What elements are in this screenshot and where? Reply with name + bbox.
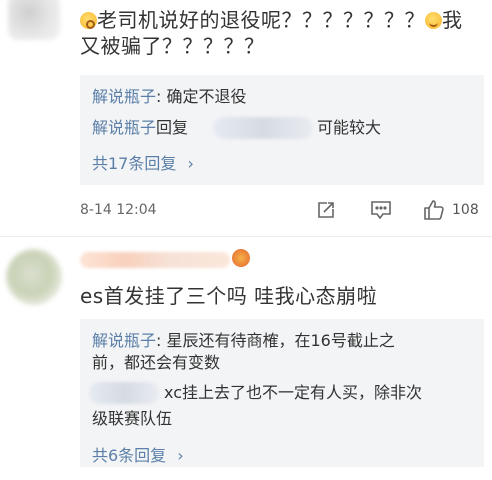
surprised-emoji-icon (80, 12, 97, 29)
mentioned-user-link[interactable] (213, 117, 313, 139)
share-icon[interactable] (316, 200, 336, 220)
like-icon[interactable] (423, 199, 445, 221)
reply-author-link[interactable]: 解说瓶子 (92, 118, 156, 137)
reply-item[interactable]: xc挂上去了也不一定有人买，除非次 (164, 382, 479, 404)
user-badge-icon (232, 249, 250, 267)
reply-author-link[interactable] (89, 382, 159, 404)
reply-author-link[interactable]: 解说瓶子 (92, 87, 156, 106)
username-link[interactable] (80, 252, 230, 268)
reply-text: 可能较大 (317, 118, 382, 137)
chevron-right-icon: › (187, 154, 194, 173)
more-replies-link[interactable]: 共6条回复 › (92, 442, 184, 466)
divider (0, 236, 492, 237)
reply-item[interactable]: 解说瓶子: 确定不退役 (92, 86, 247, 108)
comment-text: 老司机说好的退役呢？？？？？？？我 又被骗了？？？？？ (80, 8, 463, 58)
reply-author-link[interactable]: 解说瓶子 (92, 331, 156, 350)
like-count: 108 (452, 202, 479, 218)
timestamp: 8-14 12:04 (80, 202, 157, 218)
reply-text: 级联赛队伍 (92, 409, 173, 428)
reply-item[interactable]: 解说瓶子回复 (92, 117, 188, 139)
comment-text: es首发挂了三个吗 哇我心态崩啦 (80, 284, 378, 308)
reply-item[interactable]: 解说瓶子: 星辰还有待商榷，在16号截止之 前，都还会有变数 (92, 330, 477, 374)
avatar[interactable] (8, 0, 60, 40)
more-replies-link[interactable]: 共17条回复 › (92, 150, 194, 174)
avatar[interactable] (6, 249, 62, 305)
smile-emoji-icon (425, 12, 442, 29)
comment-icon[interactable] (370, 200, 392, 220)
chevron-right-icon: › (177, 446, 184, 465)
